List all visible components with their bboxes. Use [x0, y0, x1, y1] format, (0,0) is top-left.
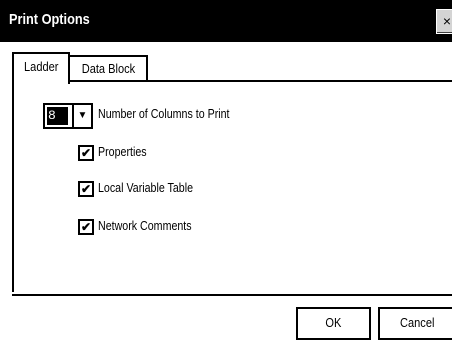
- chevron-down-icon[interactable]: ▼: [72, 105, 91, 127]
- ok-button-label: OK: [325, 315, 342, 330]
- print-options-dialog: Print Options × Ladder Data Block 8 ▼ Nu…: [0, 0, 452, 349]
- cancel-button-label: Cancel: [399, 315, 435, 330]
- properties-label: Properties: [98, 144, 147, 159]
- columns-count-value: 8: [47, 107, 68, 125]
- close-icon: ×: [442, 13, 452, 29]
- tab-data-block-label: Data Block: [81, 61, 135, 76]
- columns-count-label: Number of Columns to Print: [98, 106, 230, 121]
- cancel-button[interactable]: Cancel: [378, 307, 452, 340]
- properties-checkbox[interactable]: ✔: [78, 145, 94, 161]
- local-variable-table-label: Local Variable Table: [98, 180, 194, 195]
- network-comments-label: Network Comments: [98, 218, 192, 233]
- ok-button[interactable]: OK: [296, 307, 371, 340]
- network-comments-checkbox[interactable]: ✔: [78, 219, 94, 235]
- check-icon: ✔: [80, 182, 92, 196]
- tab-ladder[interactable]: Ladder: [12, 52, 70, 84]
- tab-ladder-label: Ladder: [23, 59, 59, 74]
- divider: [12, 294, 452, 296]
- close-button[interactable]: ×: [436, 9, 452, 34]
- ladder-tab-panel: 8 ▼ Number of Columns to Print ✔ Propert…: [12, 80, 452, 292]
- columns-count-select[interactable]: 8 ▼: [43, 103, 93, 129]
- dialog-title: Print Options: [9, 11, 90, 28]
- title-bar: Print Options ×: [0, 0, 452, 42]
- local-variable-table-checkbox[interactable]: ✔: [78, 181, 94, 197]
- tab-data-block[interactable]: Data Block: [68, 55, 148, 81]
- check-icon: ✔: [80, 220, 92, 234]
- check-icon: ✔: [80, 146, 92, 160]
